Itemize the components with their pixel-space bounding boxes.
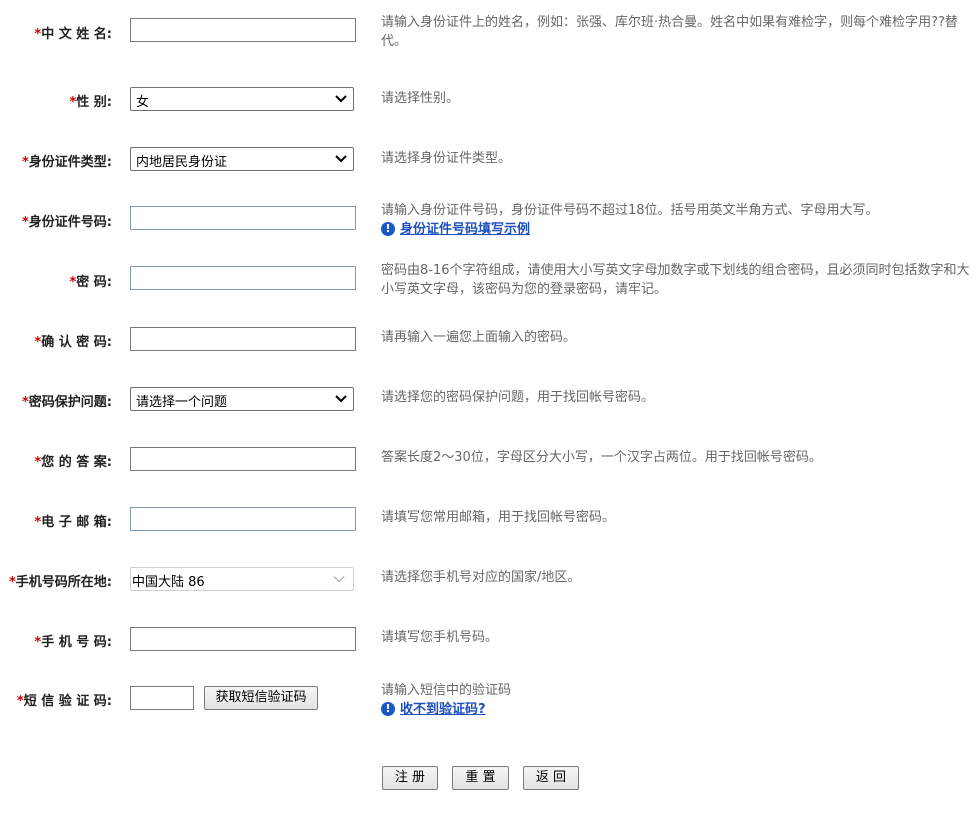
email-input[interactable] — [130, 507, 356, 531]
id-number-example-link[interactable]: ! 身份证件号码填写示例 — [381, 220, 530, 239]
chevron-down-icon — [335, 395, 347, 403]
confirm-password-label: *确 认 密 码: — [34, 335, 112, 350]
chevron-down-icon — [333, 576, 345, 583]
email-label: *电 子 邮 箱: — [34, 515, 112, 530]
password-help: 密码由8-16个字符组成，请使用大小写英文字母加数字或下划线的组合密码，且必须同… — [381, 263, 970, 297]
id-number-help: 请输入身份证件号码，身份证件号码不超过18位。括号用英文半角方式、字母用大写。 … — [381, 203, 879, 239]
id-type-select[interactable]: 内地居民身份证 — [130, 147, 354, 171]
password-input[interactable] — [130, 266, 356, 290]
gender-select[interactable]: 女 — [130, 87, 354, 111]
answer-help: 答案长度2～30位，字母区分大小写，一个汉字占两位。用于找回帐号密码。 — [381, 450, 822, 465]
chinese-name-input[interactable] — [130, 18, 356, 42]
sms-code-label: *短 信 验 证 码: — [16, 694, 112, 709]
register-button[interactable]: 注 册 — [382, 766, 438, 790]
chinese-name-help: 请输入身份证件上的姓名，例如：张强、库尔班·热合曼。姓名中如果有难检字，则每个难… — [381, 15, 958, 49]
confirm-password-input[interactable] — [130, 327, 356, 351]
info-icon: ! — [381, 222, 395, 236]
back-button[interactable]: 返 回 — [523, 766, 579, 790]
phone-region-help: 请选择您手机号对应的国家/地区。 — [381, 570, 581, 585]
gender-help: 请选择性别。 — [381, 91, 460, 106]
phone-number-label: *手 机 号 码: — [34, 635, 112, 650]
phone-number-input[interactable] — [130, 627, 356, 651]
phone-region-select[interactable]: 中国大陆 86 — [130, 567, 354, 591]
info-icon: ! — [381, 702, 395, 716]
phone-number-help: 请填写您手机号码。 — [381, 630, 499, 645]
phone-region-label: *手机号码所在地: — [8, 575, 112, 590]
no-code-received-link[interactable]: ! 收不到验证码? — [381, 700, 486, 719]
security-question-label: *密码保护问题: — [21, 395, 112, 410]
password-label: *密 码: — [69, 275, 112, 290]
chinese-name-label: *中 文 姓 名: — [34, 27, 112, 42]
answer-input[interactable] — [130, 447, 356, 471]
chevron-down-icon — [335, 155, 347, 163]
security-question-select[interactable]: 请选择一个问题 — [130, 387, 354, 411]
gender-label: *性 别: — [69, 95, 112, 110]
id-number-input[interactable] — [130, 206, 356, 230]
chevron-down-icon — [335, 95, 347, 103]
sms-code-help: 请输入短信中的验证码 ! 收不到验证码? — [381, 683, 512, 719]
id-number-label: *身份证件号码: — [21, 215, 112, 230]
answer-label: *您 的 答 案: — [34, 455, 112, 470]
get-sms-code-button[interactable]: 获取短信验证码 — [204, 686, 318, 710]
id-type-help: 请选择身份证件类型。 — [381, 151, 512, 166]
reset-button[interactable]: 重 置 — [452, 766, 509, 790]
confirm-password-help: 请再输入一遍您上面输入的密码。 — [381, 330, 577, 345]
id-type-label: *身份证件类型: — [21, 155, 112, 170]
sms-code-input[interactable] — [130, 686, 194, 710]
security-question-help: 请选择您的密码保护问题，用于找回帐号密码。 — [381, 390, 655, 405]
email-help: 请填写您常用邮箱，用于找回帐号密码。 — [381, 510, 616, 525]
